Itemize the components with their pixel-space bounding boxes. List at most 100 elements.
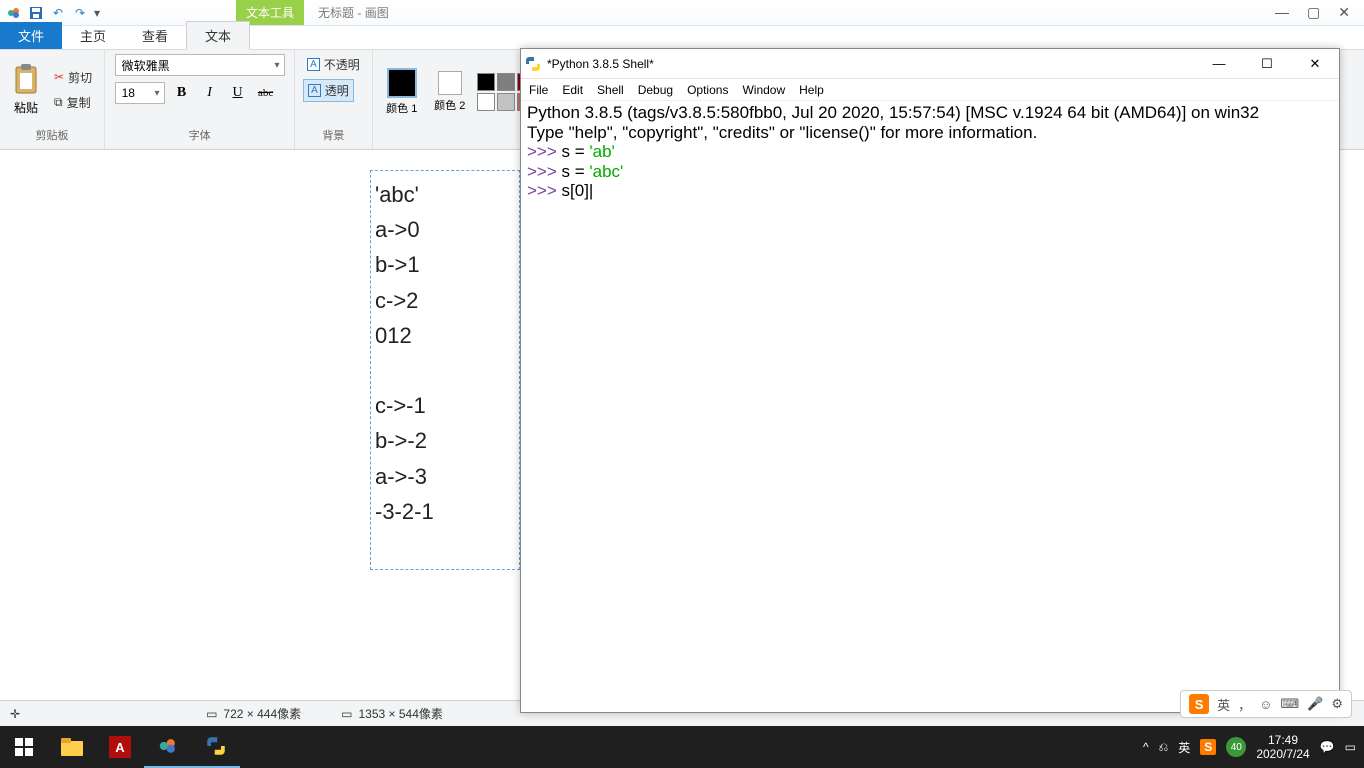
transparent-icon: A [308, 84, 321, 97]
document-title: 无标题 - 画图 [318, 4, 389, 21]
ribbon-tabs: 文件 主页 查看 文本 [0, 26, 1364, 50]
ime-toolbar[interactable]: S 英 ， ☺ ⌨ 🎤 ⚙ [1180, 690, 1352, 718]
canvas-size: ▭ 1353 × 544像素 [341, 705, 443, 722]
taskbar-explorer[interactable] [48, 726, 96, 768]
ime-lang[interactable]: 英 [1217, 695, 1230, 714]
group-background: A 不透明 A 透明 背景 [295, 50, 373, 149]
maximize-button[interactable]: ▢ [1307, 4, 1320, 21]
python-icon [525, 56, 541, 72]
idle-menu-file[interactable]: File [529, 83, 548, 97]
idle-menubar: File Edit Shell Debug Options Window Help [521, 79, 1339, 101]
undo-icon[interactable]: ↶ [50, 5, 66, 21]
transparent-label: 透明 [325, 82, 349, 99]
italic-button[interactable]: I [199, 82, 221, 104]
swatch[interactable] [477, 73, 495, 91]
idle-menu-edit[interactable]: Edit [562, 83, 583, 97]
font-family-select[interactable]: 微软雅黑 [115, 54, 285, 76]
idle-menu-options[interactable]: Options [687, 83, 728, 97]
idle-title-text: *Python 3.8.5 Shell* [547, 57, 654, 71]
tray-date: 2020/7/24 [1256, 747, 1309, 761]
opaque-label: 不透明 [324, 56, 360, 73]
idle-menu-window[interactable]: Window [742, 83, 785, 97]
paste-button[interactable]: 粘贴 [8, 59, 44, 120]
ime-smiley-icon[interactable]: ☺ [1259, 697, 1272, 712]
idle-minimize-button[interactable]: — [1199, 56, 1239, 72]
cursor-pos: ✛ [10, 707, 26, 721]
transparent-button[interactable]: A 透明 [303, 79, 354, 102]
textbox-line: c->-1 [375, 388, 515, 423]
tray-badge[interactable]: 40 [1226, 737, 1246, 757]
taskbar-adobe[interactable]: A [96, 726, 144, 768]
tray-sogou-icon[interactable]: S [1200, 739, 1216, 755]
start-button[interactable] [0, 726, 48, 768]
swatch[interactable] [477, 93, 495, 111]
system-tray: ^ ⎌ 英 S 40 17:49 2020/7/24 💬 ▭ [1143, 733, 1364, 762]
copy-icon: ⧉ [54, 95, 63, 110]
color2-label: 颜色 2 [433, 97, 467, 113]
canvas-size-icon: ▭ [341, 707, 352, 721]
tray-more-icon[interactable]: ▭ [1345, 740, 1356, 754]
copy-button[interactable]: ⧉ 复制 [50, 92, 96, 113]
tray-chevron-icon[interactable]: ^ [1143, 740, 1149, 754]
tab-home[interactable]: 主页 [62, 22, 124, 49]
minimize-button[interactable]: — [1275, 4, 1289, 21]
tray-time: 17:49 [1256, 733, 1309, 747]
underline-button[interactable]: U [227, 82, 249, 104]
textbox-line: -3-2-1 [375, 494, 515, 529]
textbox-line: a->0 [375, 212, 515, 247]
qat-more-icon[interactable]: ▾ [94, 6, 100, 20]
crosshair-icon: ✛ [10, 707, 20, 721]
color1-button[interactable]: 颜色 1 [381, 64, 423, 120]
textbox-line: 012 [375, 318, 515, 353]
strike-button[interactable]: abc [255, 82, 277, 104]
swatch[interactable] [497, 73, 515, 91]
close-button[interactable]: ✕ [1338, 4, 1350, 21]
taskbar-idle[interactable] [192, 726, 240, 768]
textbox-line: c->2 [375, 283, 515, 318]
tab-text[interactable]: 文本 [186, 21, 250, 50]
scissors-icon: ✂ [54, 70, 64, 84]
textbox-line: b->-2 [375, 423, 515, 458]
taskbar-paint[interactable] [144, 726, 192, 768]
taskbar[interactable]: A ^ ⎌ 英 S 40 17:49 2020/7/24 💬 ▭ [0, 726, 1364, 768]
save-icon[interactable] [28, 5, 44, 21]
ime-keyboard-icon[interactable]: ⌨ [1280, 696, 1299, 712]
tray-clock[interactable]: 17:49 2020/7/24 [1256, 733, 1309, 762]
opaque-button[interactable]: A 不透明 [303, 54, 364, 75]
idle-menu-debug[interactable]: Debug [638, 83, 673, 97]
group-font-label: 字体 [189, 125, 211, 145]
idle-menu-shell[interactable]: Shell [597, 83, 624, 97]
ime-mic-icon[interactable]: 🎤 [1307, 696, 1323, 712]
text-edit-box[interactable]: 'abc'a->0b->1c->2012 c->-1b->-2a->-3-3-2… [370, 170, 520, 570]
group-bg-label: 背景 [322, 125, 344, 145]
sogou-icon[interactable]: S [1189, 694, 1209, 714]
ime-punct[interactable]: ， [1238, 695, 1251, 714]
idle-text-area[interactable]: Python 3.8.5 (tags/v3.8.5:580fbb0, Jul 2… [521, 101, 1339, 712]
tray-lang[interactable]: 英 [1178, 739, 1190, 756]
tray-notification-icon[interactable]: 💬 [1320, 740, 1335, 754]
window-controls: — ▢ ✕ [1275, 4, 1364, 21]
ime-settings-icon[interactable]: ⚙ [1331, 696, 1343, 712]
idle-maximize-button[interactable]: ☐ [1247, 56, 1287, 72]
tab-view[interactable]: 查看 [124, 22, 186, 49]
copy-label: 复制 [67, 94, 91, 111]
opaque-icon: A [307, 58, 320, 71]
group-font: 微软雅黑 18 B I U abc 字体 [105, 50, 295, 149]
font-family-value: 微软雅黑 [122, 57, 170, 74]
cut-button[interactable]: ✂ 剪切 [50, 67, 96, 88]
color1-label: 颜色 1 [385, 100, 419, 116]
idle-close-button[interactable]: ✕ [1295, 56, 1335, 72]
idle-window[interactable]: *Python 3.8.5 Shell* — ☐ ✕ File Edit Shell… [520, 48, 1340, 713]
font-size-select[interactable]: 18 [115, 82, 165, 104]
bold-button[interactable]: B [171, 82, 193, 104]
swatch[interactable] [497, 93, 515, 111]
group-clipboard: 粘贴 ✂ 剪切 ⧉ 复制 剪贴板 [0, 50, 105, 149]
idle-menu-help[interactable]: Help [799, 83, 824, 97]
tray-wifi-icon[interactable]: ⎌ [1159, 740, 1169, 755]
app-icon [6, 5, 22, 21]
tab-file[interactable]: 文件 [0, 22, 62, 49]
redo-icon[interactable]: ↷ [72, 5, 88, 21]
color2-button[interactable]: 颜色 2 [429, 67, 471, 117]
paste-label: 粘贴 [14, 99, 38, 116]
idle-titlebar[interactable]: *Python 3.8.5 Shell* — ☐ ✕ [521, 49, 1339, 79]
